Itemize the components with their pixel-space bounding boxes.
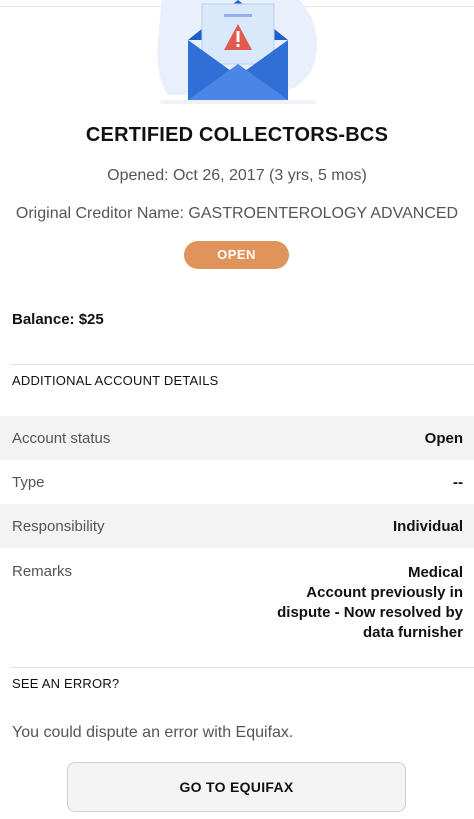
detail-value: Open <box>424 429 463 447</box>
detail-row-type: Type -- <box>0 460 474 504</box>
balance: Balance: $25 <box>12 311 104 328</box>
status-badge: OPEN <box>184 241 289 269</box>
envelope-alert-icon <box>157 0 317 104</box>
account-title: CERTIFIED COLLECTORS-BCS <box>85 124 389 146</box>
see-error-heading: SEE AN ERROR? <box>12 676 120 691</box>
dispute-text: You could dispute an error with Equifax. <box>12 724 294 741</box>
opened-date: Opened: Oct 26, 2017 (3 yrs, 5 mos) <box>107 167 367 184</box>
detail-row-responsibility: Responsibility Individual <box>0 504 474 548</box>
detail-value: Individual <box>392 517 463 535</box>
detail-label: Responsibility <box>12 517 105 535</box>
remarks-line: Account previously in <box>306 584 463 601</box>
remarks-line: data furnisher <box>362 624 463 641</box>
remarks-line: dispute - Now resolved by <box>277 604 463 621</box>
divider <box>10 667 474 668</box>
details-table: Account status Open Type -- Responsibili… <box>0 416 474 653</box>
detail-row-account-status: Account status Open <box>0 416 474 460</box>
detail-value: -- <box>453 473 463 491</box>
additional-details-heading: ADDITIONAL ACCOUNT DETAILS <box>12 373 219 388</box>
remarks-line: Medical <box>407 564 463 581</box>
detail-label: Type <box>12 473 45 491</box>
divider <box>10 364 474 365</box>
detail-label: Account status <box>12 429 111 447</box>
remarks-value: Medical Account previously in dispute - … <box>277 563 463 643</box>
detail-label: Remarks <box>12 563 73 580</box>
original-creditor: Original Creditor Name: GASTROENTEROLOGY… <box>15 205 459 222</box>
detail-row-remarks: Remarks Medical Account previously in di… <box>0 548 474 653</box>
hero-illustration <box>0 0 474 110</box>
go-to-equifax-button[interactable]: GO TO EQUIFAX <box>67 762 406 812</box>
